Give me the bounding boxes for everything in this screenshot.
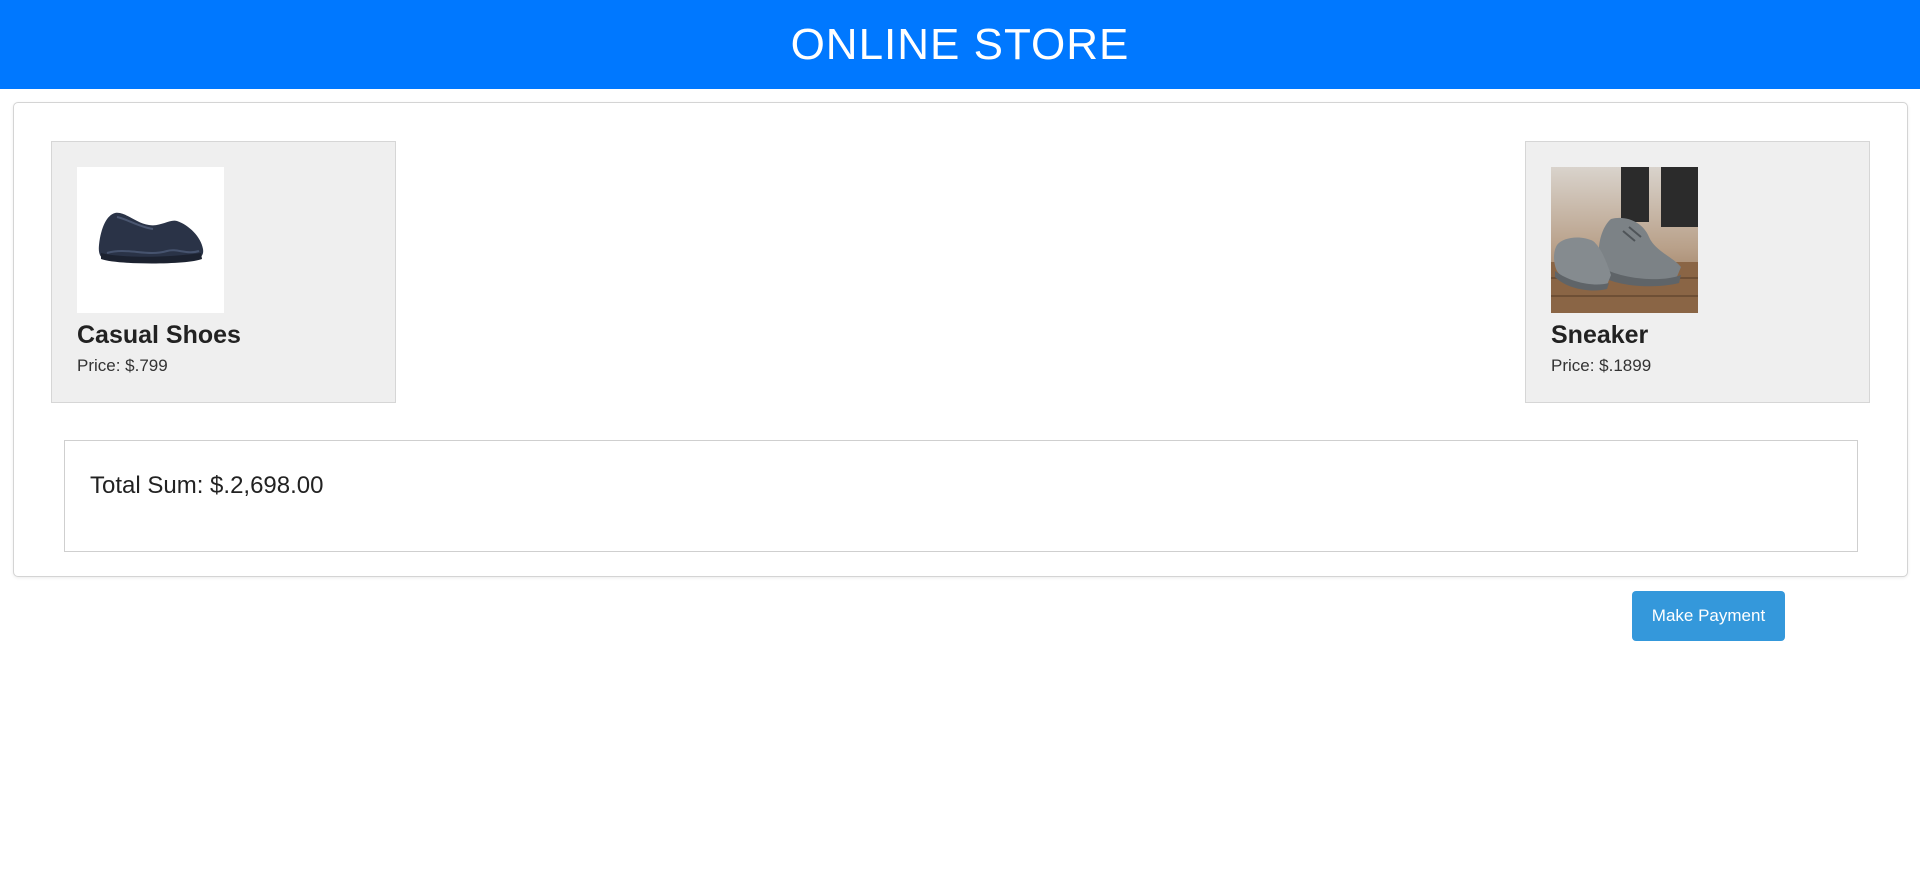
sneaker-icon <box>1551 167 1698 313</box>
casual-shoe-image <box>77 167 224 313</box>
product-name: Sneaker <box>1551 321 1649 349</box>
cart-container: Casual Shoes Price: $.799 Sneaker Price:… <box>13 102 1908 577</box>
shoe-icon <box>98 212 204 264</box>
make-payment-button[interactable]: Make Payment <box>1632 591 1785 641</box>
total-sum-box: Total Sum: $.2,698.00 <box>64 440 1858 552</box>
product-name: Casual Shoes <box>77 321 241 349</box>
store-header: ONLINE STORE <box>0 0 1920 89</box>
page-title: ONLINE STORE <box>790 19 1130 69</box>
product-card-sneaker: Sneaker Price: $.1899 <box>1525 141 1870 403</box>
total-sum: Total Sum: $.2,698.00 <box>90 472 324 499</box>
product-price: Price: $.1899 <box>1551 356 1652 375</box>
product-price: Price: $.799 <box>77 356 168 375</box>
product-card-casual-shoes: Casual Shoes Price: $.799 <box>51 141 396 403</box>
sneaker-image <box>1551 167 1698 313</box>
